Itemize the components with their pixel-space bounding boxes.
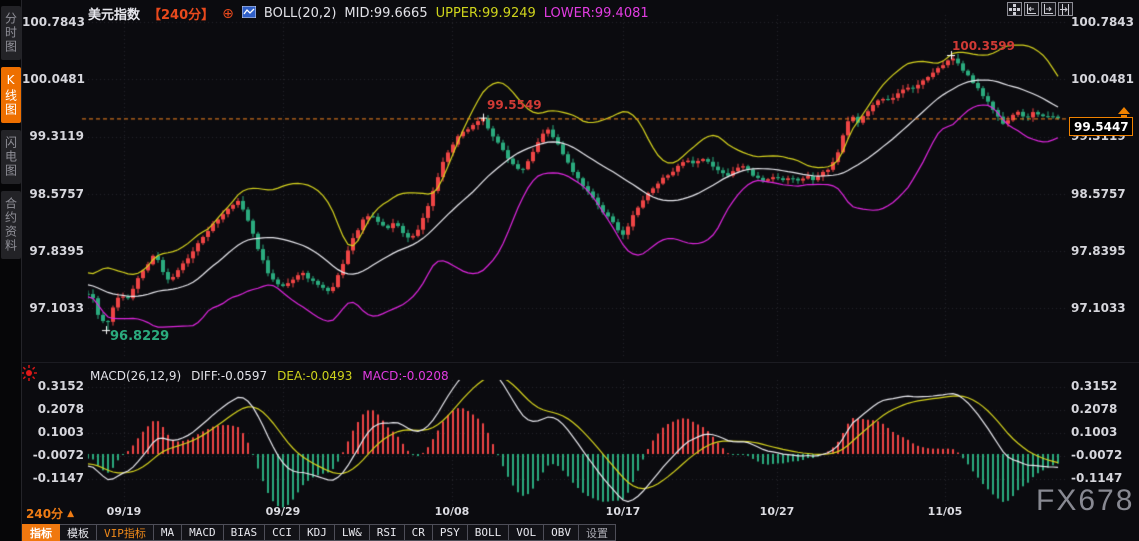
price-tick-label: 100.0481 — [1071, 72, 1135, 86]
toolbar-cr-button[interactable]: CR — [404, 524, 433, 541]
sidebar-tab-contract-info[interactable]: 合约资料 — [1, 191, 21, 259]
price-tick-label: 100.7843 — [22, 15, 86, 29]
toolbar-indicator-button[interactable]: 指标 — [22, 524, 60, 541]
symbol-name: 美元指数 — [88, 8, 141, 23]
macd-tick-label: 0.2078 — [1071, 402, 1118, 416]
sidebar-tab-flash-chart[interactable]: 闪电图 — [1, 130, 21, 184]
boll-upper-value: UPPER:99.9249 — [435, 6, 536, 21]
toolbar-lw-button[interactable]: LW& — [334, 524, 370, 541]
macd-tick-label: -0.1147 — [1071, 471, 1123, 485]
macd-tick-label: 0.3152 — [1071, 379, 1118, 393]
toolbar-rsi-button[interactable]: RSI — [369, 524, 405, 541]
triangle-up-icon: ▲ — [67, 508, 74, 519]
toolbar-vip-indicator-button[interactable]: VIP指标 — [97, 524, 154, 541]
panel-divider — [22, 362, 1139, 363]
price-tick-label: 98.5757 — [29, 187, 84, 201]
toolbar-boll-button[interactable]: BOLL — [467, 524, 510, 541]
shift-right-icon[interactable] — [1058, 2, 1073, 16]
date-tick-label: 09/29 — [265, 505, 301, 518]
toolbar-bias-button[interactable]: BIAS — [223, 524, 266, 541]
macd-tick-label: -0.1147 — [32, 471, 84, 485]
period-selector[interactable]: 240分 ▲ — [26, 505, 74, 522]
macd-dea-value: DEA:-0.0493 — [277, 369, 353, 383]
toolbar-cci-button[interactable]: CCI — [265, 524, 300, 541]
boll-lower-value: LOWER:99.4081 — [543, 6, 649, 21]
date-tick-label: 10/27 — [759, 505, 795, 518]
current-price-value: 99.5447 — [1074, 119, 1129, 134]
toolbar-template-button[interactable]: 模板 — [60, 524, 97, 541]
period-label[interactable]: 【240分】 — [148, 4, 214, 23]
date-tick-label: 11/05 — [927, 505, 963, 518]
annotation-swing-high-price: 99.5549 — [487, 98, 542, 112]
sidebar-tab-kline-chart[interactable]: K线图 — [1, 67, 21, 123]
add-indicator-icon[interactable]: ⊕ — [222, 7, 234, 21]
price-tick-label: 97.1033 — [29, 301, 84, 315]
macd-bar-value: MACD:-0.0208 — [362, 369, 449, 383]
chart-header: 美元指数 【240分】 ⊕ BOLL(20,2) MID:99.6665 UPP… — [88, 4, 649, 23]
indicator-toolbar: 指标 模板 VIP指标 MA MACD BIAS CCI KDJ LW& RSI… — [22, 524, 616, 541]
pan-tool-icon[interactable] — [1007, 2, 1022, 16]
macd-header: MACD(26,12,9) DIFF:-0.0597 DEA:-0.0493 M… — [90, 369, 449, 383]
period-selector-label: 240分 — [26, 507, 64, 521]
toolbar-obv-button[interactable]: OBV — [544, 524, 579, 541]
boll-mid-value: MID:99.6665 — [344, 6, 428, 21]
toolbar-psy-button[interactable]: PSY — [432, 524, 468, 541]
fx678-watermark: FX678 — [1036, 484, 1135, 517]
date-tick-label: 10/08 — [434, 505, 470, 518]
price-chart-canvas[interactable] — [0, 0, 1139, 541]
macd-tick-label: 0.3152 — [37, 379, 84, 393]
toolbar-macd-button[interactable]: MACD — [182, 524, 224, 541]
macd-tick-label: 0.2078 — [37, 402, 84, 416]
macd-tick-label: 0.1003 — [37, 425, 84, 439]
boll-indicator-label: BOLL(20,2) — [263, 6, 337, 21]
chart-tools — [1007, 2, 1073, 16]
date-tick-label: 10/17 — [605, 505, 641, 518]
macd-tick-label: -0.0072 — [32, 448, 84, 462]
scale-axis-left-icon[interactable] — [1024, 2, 1039, 16]
toolbar-settings-button[interactable]: 设置 — [579, 524, 616, 541]
current-price-box: 99.5447 — [1069, 117, 1133, 136]
annotation-low-price: 96.8229 — [110, 329, 170, 344]
toolbar-kdj-button[interactable]: KDJ — [300, 524, 335, 541]
price-tick-label: 100.7843 — [1071, 15, 1135, 29]
price-tick-label: 99.3119 — [29, 129, 84, 143]
price-tick-label: 97.8395 — [29, 244, 84, 258]
chart-window: 分时图 K线图 闪电图 合约资料 美元指数 【240分】 ⊕ BOLL(20,2… — [0, 0, 1139, 541]
price-tick-label: 97.8395 — [1071, 244, 1126, 258]
chart-type-icon[interactable] — [241, 5, 257, 22]
toolbar-ma-button[interactable]: MA — [153, 524, 183, 541]
toolbar-vol-button[interactable]: VOL — [509, 524, 545, 541]
macd-diff-value: DIFF:-0.0597 — [191, 369, 268, 383]
sidebar-tab-time-chart[interactable]: 分时图 — [1, 6, 21, 60]
scale-axis-right-icon[interactable] — [1041, 2, 1056, 16]
macd-tick-label: -0.0072 — [1071, 448, 1123, 462]
price-tick-label: 100.0481 — [22, 72, 86, 86]
macd-tick-label: 0.1003 — [1071, 425, 1118, 439]
price-tick-label: 97.1033 — [1071, 301, 1126, 315]
date-tick-label: 09/19 — [106, 505, 142, 518]
sidebar: 分时图 K线图 闪电图 合约资料 — [0, 0, 22, 541]
price-tick-label: 98.5757 — [1071, 187, 1126, 201]
macd-name: MACD(26,12,9) — [90, 369, 182, 383]
annotation-high-price: 100.3599 — [952, 39, 1016, 53]
